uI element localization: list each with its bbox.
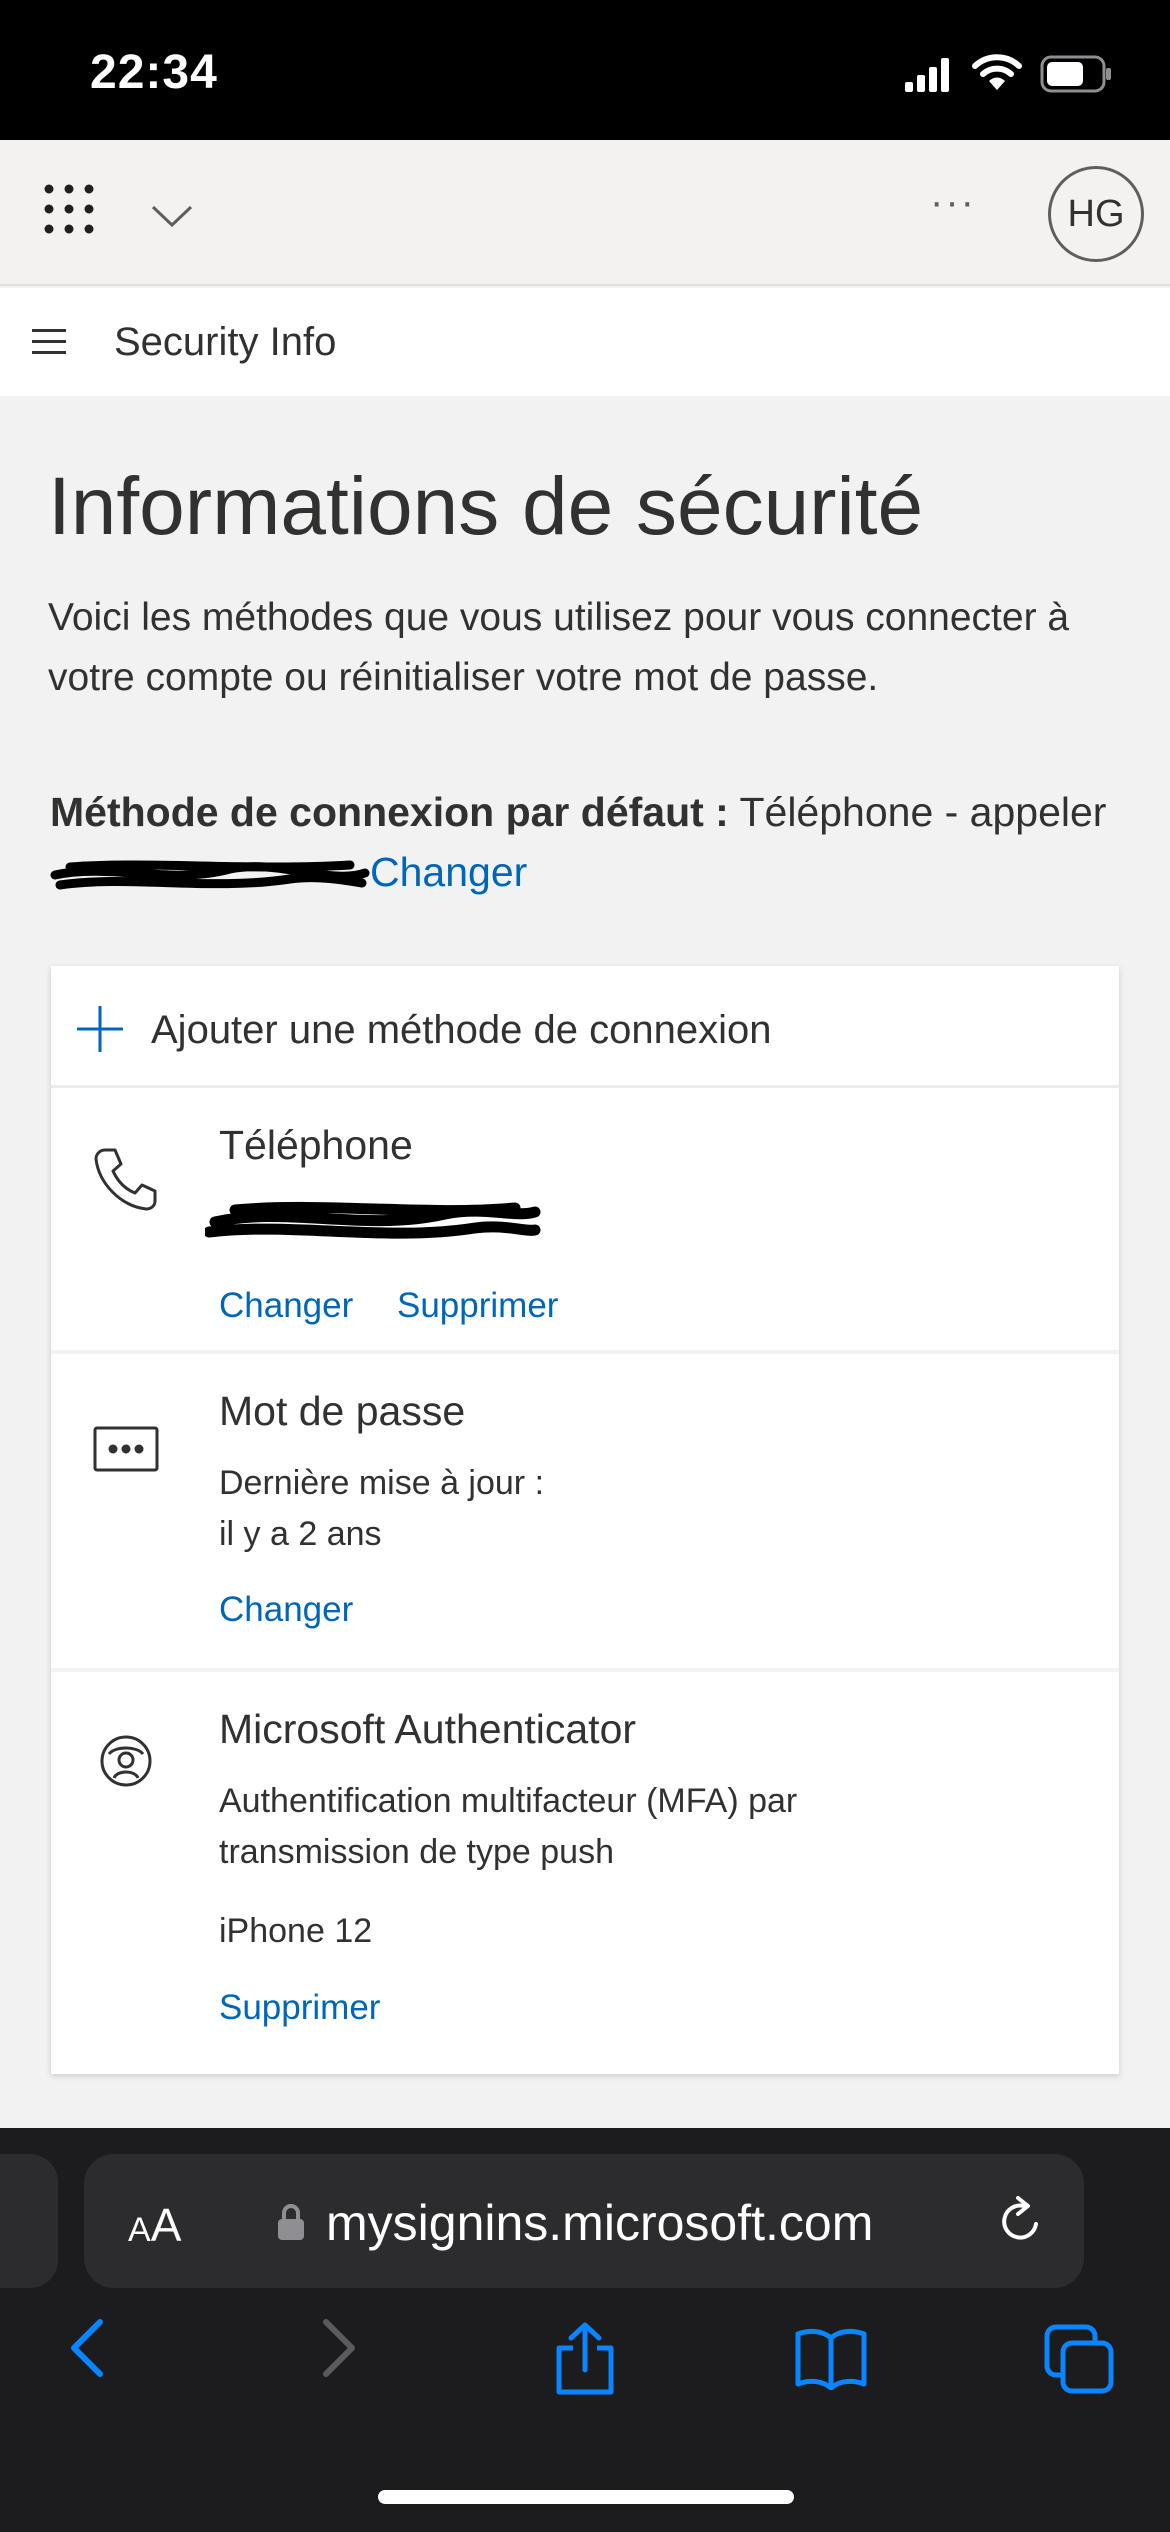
default-sign-in-method: Méthode de connexion par défaut : Téléph… (50, 782, 1130, 902)
tabs-icon[interactable] (1044, 2324, 1114, 2394)
delete-authenticator-link[interactable]: Supprimer (219, 1988, 380, 2028)
sign-in-methods-card: Ajouter une méthode de connexion Télépho… (51, 966, 1119, 2074)
password-last-updated-label: Dernière mise à jour : (219, 1464, 545, 1502)
method-authenticator: Microsoft Authenticator Authentification… (51, 1672, 1119, 2074)
more-options-button[interactable]: ··· (930, 180, 976, 225)
change-phone-link[interactable]: Changer (219, 1286, 353, 1326)
method-title: Microsoft Authenticator (219, 1706, 637, 1752)
page-title: Informations de sécurité (48, 461, 924, 552)
redacted-phone-number (50, 860, 370, 890)
method-phone: Téléphone Changer Supprimer (51, 1088, 1119, 1354)
previous-tab-edge[interactable] (0, 2154, 58, 2288)
authenticator-icon (100, 1735, 152, 1787)
add-method-button[interactable]: Ajouter une méthode de connexion (51, 966, 1119, 1088)
password-icon (93, 1426, 159, 1472)
authenticator-description-line2: transmission de type push (219, 1833, 614, 1871)
reader-text-size-button[interactable]: AA (128, 2198, 181, 2252)
hamburger-menu-icon[interactable] (32, 328, 68, 356)
share-icon[interactable] (553, 2322, 617, 2396)
page-nav: Security Info (0, 288, 1170, 396)
forward-icon[interactable] (318, 2318, 360, 2378)
redacted-phone-number (205, 1201, 541, 1239)
method-title: Téléphone (219, 1122, 413, 1168)
nav-title: Security Info (114, 320, 337, 364)
address-bar[interactable]: AA mysignins.microsoft.com (84, 2154, 1084, 2288)
delete-phone-link[interactable]: Supprimer (397, 1286, 558, 1326)
password-last-updated-value: il y a 2 ans (219, 1515, 382, 1553)
authenticator-description-line1: Authentification multifacteur (MFA) par (219, 1782, 798, 1820)
lock-icon (278, 2204, 304, 2240)
wifi-icon (972, 54, 1022, 90)
url-text: mysignins.microsoft.com (326, 2195, 874, 2251)
plus-icon (77, 1006, 123, 1052)
method-password: Mot de passe Dernière mise à jour : il y… (51, 1354, 1119, 1672)
bookmarks-icon[interactable] (794, 2326, 868, 2390)
method-title: Mot de passe (219, 1388, 466, 1434)
default-method-label: Méthode de connexion par défaut : (50, 789, 729, 835)
app-launcher-icon[interactable] (44, 184, 94, 234)
add-method-label: Ajouter une méthode de connexion (151, 1008, 772, 1052)
avatar[interactable]: HG (1048, 166, 1144, 262)
reload-icon[interactable] (994, 2194, 1048, 2248)
change-default-method-link[interactable]: Changer (370, 849, 527, 895)
change-password-link[interactable]: Changer (219, 1590, 353, 1630)
back-icon[interactable] (66, 2318, 108, 2378)
app-header: ··· HG (0, 140, 1170, 286)
status-time: 22:34 (90, 46, 218, 99)
chevron-down-icon[interactable] (150, 202, 194, 230)
home-indicator[interactable] (378, 2490, 794, 2504)
battery-icon (1040, 55, 1111, 93)
status-bar: 22:34 (0, 0, 1170, 140)
page-intro: Voici les méthodes que vous utilisez pou… (48, 596, 1070, 699)
authenticator-device: iPhone 12 (219, 1912, 373, 1950)
cellular-signal-icon (905, 58, 949, 92)
phone-icon (94, 1148, 157, 1211)
default-method-value: Téléphone - appeler (728, 789, 1107, 835)
